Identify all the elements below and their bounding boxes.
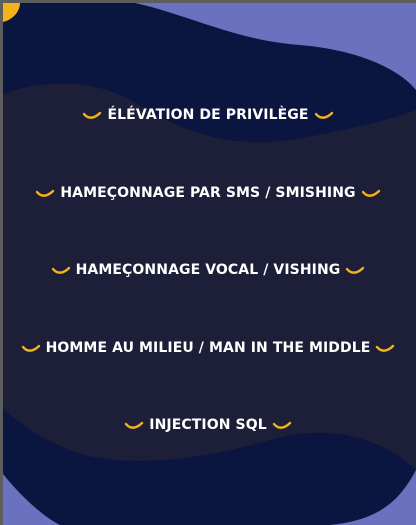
- list-item-label: HAMEÇONNAGE VOCAL / VISHING: [75, 262, 341, 278]
- wave-icon: [361, 188, 381, 198]
- wave-icon: [82, 110, 102, 120]
- card: ÉLÉVATION DE PRIVILÈGE HAMEÇONNAGE PAR S…: [0, 0, 416, 525]
- list-item-label: ÉLÉVATION DE PRIVILÈGE: [107, 107, 309, 123]
- list-item: HOMME AU MILIEU / MAN IN THE MIDDLE: [0, 340, 416, 356]
- wave-icon: [124, 420, 144, 430]
- wave-icon: [272, 420, 292, 430]
- wave-icon: [51, 265, 71, 275]
- list-item-label: HAMEÇONNAGE PAR SMS / SMISHING: [60, 185, 356, 201]
- list-item: HAMEÇONNAGE PAR SMS / SMISHING: [0, 185, 416, 201]
- list-item: INJECTION SQL: [0, 417, 416, 433]
- wave-icon: [345, 265, 365, 275]
- list-item-label: INJECTION SQL: [149, 417, 267, 433]
- topic-list: ÉLÉVATION DE PRIVILÈGE HAMEÇONNAGE PAR S…: [0, 0, 416, 525]
- list-item: ÉLÉVATION DE PRIVILÈGE: [0, 107, 416, 123]
- list-item: HAMEÇONNAGE VOCAL / VISHING: [0, 262, 416, 278]
- list-item-label: HOMME AU MILIEU / MAN IN THE MIDDLE: [45, 340, 371, 356]
- wave-icon: [35, 188, 55, 198]
- wave-icon: [21, 343, 41, 353]
- wave-icon: [314, 110, 334, 120]
- wave-icon: [375, 343, 395, 353]
